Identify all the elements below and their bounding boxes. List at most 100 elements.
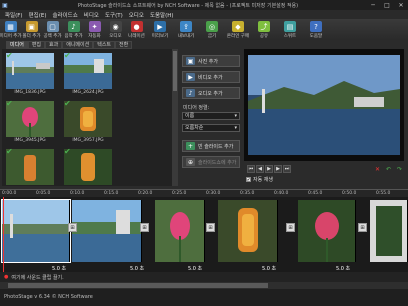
timeline-clip[interactable] [1,199,71,263]
close-button[interactable]: ✕ [394,0,408,10]
ruler-tick-label: 0:45.0 [308,191,323,196]
menu-tools[interactable]: 도구(T) [102,11,126,19]
toolbar-button[interactable]: ● 나레이션 [126,21,147,39]
media-filename: IMG_1836.JPG [14,90,46,95]
tab-animation[interactable]: 애니메이션 [62,41,94,49]
toolbar-button[interactable]: ✦ 자동화 [84,21,105,39]
toolbar-button[interactable]: ◉ 오디오 [105,21,126,39]
clip-duration: 5.0 초 [336,266,351,272]
transition-icon[interactable]: ⊞ [68,223,77,232]
toolbar-button[interactable]: ▣ 폴더 추가 [21,21,42,39]
add-photo-button[interactable]: ▣ 사진 추가 [182,55,240,67]
toolbar-button[interactable]: ⇪ 내보내기 [173,21,199,39]
media-item[interactable]: ✔ [64,147,112,185]
maximize-button[interactable]: □ [380,0,394,10]
tab-transitions[interactable]: 전환 [115,41,133,49]
transition-icon[interactable]: ⊞ [358,223,367,232]
media-filename: IMG_2624.JPG [72,90,104,95]
ruler-tick-label: 0:30.0 [206,191,221,196]
toolbar-icon: ◎ [206,21,218,32]
menu-slideshow[interactable]: 슬라이드쇼 [49,11,80,19]
redo-icon[interactable]: ↷ [395,165,404,173]
media-list: ✔ IMG_1836.JPG ✔ IMG_2624.JPG ✔ IMG_3945… [2,49,174,186]
checkbox-icon: ✔ [246,177,251,182]
audio-track[interactable]: ● 여기에 사운드 클립 끌기. [0,272,408,282]
toolbar-button[interactable]: ⤴ 공유 [251,21,277,39]
menu-edit[interactable]: 편집(E) [26,11,50,19]
add-video-button[interactable]: ▶ 비디오 추가 [182,71,240,83]
toolbar-label: 공유 [259,34,269,39]
timeline-clip[interactable] [370,200,408,262]
toolbar-icon: ? [310,21,322,32]
video-icon: ▶ [186,73,195,81]
menu-help[interactable]: 도움말(H) [147,11,177,19]
toolbar-button[interactable]: ▦ 미디어 추가 [0,21,22,39]
add-to-slideshow-button[interactable]: ⊕ 슬라이드쇼에 추가 [182,156,240,168]
media-sort-label: 미디어 정렬: [183,105,210,111]
media-scrollbar[interactable] [172,49,178,186]
ruler-tick-label: 0:40.0 [274,191,289,196]
check-icon: ✔ [64,51,71,60]
auto-play-checkbox[interactable]: ✔ 자동 재생 [246,176,273,183]
audio-drop-hint: 여기에 사운드 클립 끌기. [11,274,64,281]
media-item[interactable]: ✔ IMG_1836.JPG [6,51,54,95]
clip-duration: 5.0 초 [52,266,67,272]
tab-edit[interactable]: 편집 [27,41,46,49]
media-thumbnail [64,149,112,185]
app-icon: ▣ [2,1,8,9]
media-item[interactable]: ✔ IMG_2624.JPG [64,51,112,95]
media-item[interactable]: ✔ [6,147,54,185]
chevron-down-icon: ▾ [234,113,237,119]
tab-effects[interactable]: 효과 [45,41,63,49]
toolbar-button[interactable]: ♪ 음악 추가 [63,21,84,39]
timeline-ruler[interactable]: 0:00.0 0:05.0 0:10.0 0:15.0 0:20.0 0:25.0 0:30… [0,189,408,197]
menu-video[interactable]: 비디오 [81,11,102,19]
ruler-tick-label: 0:05.0 [36,191,51,196]
preview-pane [244,49,404,161]
timeline-clip[interactable] [72,200,142,262]
step-back-icon[interactable]: ◀ [256,165,264,173]
ruler-tick-label: 0:00.0 [2,191,17,196]
ruler-tick-label: 0:50.0 [342,191,357,196]
check-icon: ✔ [6,99,13,108]
transition-icon[interactable]: ⊞ [140,223,149,232]
timeline-scrollbar[interactable] [0,282,408,289]
toolbar-label: 공백 추가 [43,34,62,39]
toolbar-button[interactable]: ◎ 굽기 [199,21,225,39]
undo-icon[interactable]: ↶ [384,165,393,173]
skip-forward-icon[interactable]: ⏭ [283,165,291,173]
ruler-tick-label: 0:15.0 [104,191,119,196]
sort-by-select[interactable]: 이름 ▾ [182,112,240,120]
menu-audio[interactable]: 오디오 [126,11,147,19]
tab-media[interactable]: 미디어 [6,41,28,49]
media-item[interactable]: ✔ IMG_3957.JPG [64,99,112,143]
sort-order-select[interactable]: 오름차순 ▾ [182,124,240,132]
timeline-clip[interactable] [298,200,356,262]
minimize-button[interactable]: ─ [366,0,380,10]
delete-icon[interactable]: ✕ [373,165,382,173]
tab-text[interactable]: 텍스트 [93,41,116,49]
playhead[interactable] [3,197,4,272]
add-audio-button[interactable]: ♪ 오디오 추가 [182,87,240,99]
step-forward-icon[interactable]: ▶ [274,165,282,173]
transition-icon[interactable]: ⊞ [206,223,215,232]
media-thumbnail [6,149,54,185]
toolbar-button[interactable]: ▶ 미리보기 [147,21,173,39]
media-thumbnail [64,101,112,137]
toolbar-icon: ▣ [25,21,38,32]
skip-back-icon[interactable]: ⏮ [247,165,255,173]
toolbar-button[interactable]: ▤ 스위트 [277,21,303,39]
toolbar: ▦ 미디어 추가 ▣ 폴더 추가 ▢ 공백 추가 ♪ 음악 추가 ✦ 자동화 ◉ 오디오 ● 나레이션 ▶ 미… [0,19,408,40]
toolbar-icon: ◆ [232,21,244,32]
toolbar-label: 나레이션 [128,34,145,39]
timeline-clip[interactable] [218,200,278,262]
timeline-clip[interactable] [155,200,205,262]
toolbar-button[interactable]: ? 도움말 [303,21,329,39]
toolbar-button[interactable]: ▢ 공백 추가 [42,21,63,39]
menu-file[interactable]: 파일(F) [2,11,26,19]
toolbar-button[interactable]: ◆ 온라인 구매 [225,21,251,39]
new-blank-slide-button[interactable]: + 빈 슬라이드 추가 [182,140,240,152]
transition-icon[interactable]: ⊞ [286,223,295,232]
play-icon[interactable]: ▶ [265,165,273,173]
media-item[interactable]: ✔ IMG_3945.JPG [6,99,54,143]
